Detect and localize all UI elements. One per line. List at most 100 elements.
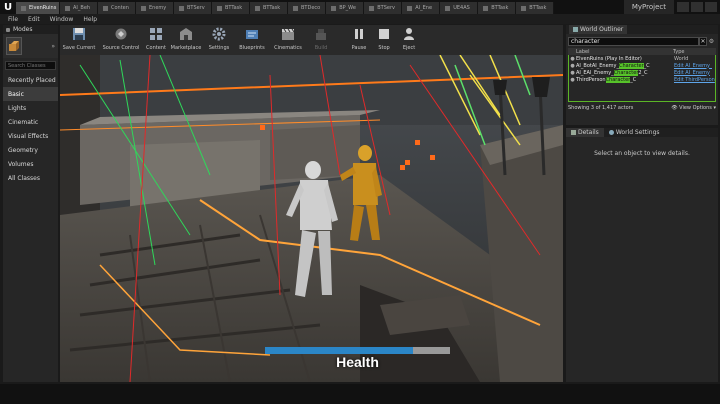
outliner-row-type[interactable]: Edit AI_Enemy bbox=[674, 70, 710, 76]
category-all-classes[interactable]: All Classes bbox=[3, 171, 58, 185]
world-outliner-tab[interactable]: World Outliner bbox=[569, 25, 628, 34]
world-outliner-panel: World Outliner character ✕ ⚙ Label Type … bbox=[566, 25, 718, 125]
level-viewport[interactable]: Health bbox=[60, 55, 563, 382]
tab-asset-icon bbox=[483, 5, 489, 11]
outliner-row-type[interactable]: Edit AI_Enemy_ bbox=[674, 63, 712, 69]
category-geometry[interactable]: Geometry bbox=[3, 143, 58, 157]
search-match-highlight: Character bbox=[613, 69, 639, 76]
view-options-button[interactable]: 👁 View Options ▾ bbox=[671, 105, 716, 111]
tab-label: BP_We bbox=[339, 5, 356, 11]
document-tab[interactable]: AI_Beh bbox=[60, 2, 98, 14]
project-name: MyProject bbox=[623, 0, 674, 14]
document-tab[interactable]: BP_We bbox=[326, 2, 365, 14]
outliner-row-label: AI_EAI_Enemy_Character2_C bbox=[576, 69, 674, 76]
content-button[interactable]: Content bbox=[144, 25, 168, 55]
tab-label: BTDeco bbox=[301, 5, 321, 11]
outliner-row[interactable]: ● AI_EAI_Enemy_Character2_C Edit AI_Enemy bbox=[569, 69, 715, 76]
tab-world-settings[interactable]: World Settings bbox=[604, 128, 665, 137]
marketplace-button[interactable]: Marketplace bbox=[168, 25, 204, 55]
viewport-scene bbox=[60, 55, 563, 382]
document-tab[interactable]: BTTask bbox=[212, 2, 250, 14]
tab-details[interactable]: Details bbox=[566, 128, 604, 137]
blueprints-button[interactable]: Blueprints bbox=[234, 25, 270, 55]
close-icon[interactable] bbox=[705, 2, 717, 12]
document-tab[interactable]: BTTask bbox=[478, 2, 517, 14]
place-mode-icon[interactable] bbox=[6, 37, 22, 55]
tab-asset-icon bbox=[255, 5, 260, 11]
outliner-search: character ✕ ⚙ bbox=[568, 37, 716, 46]
tab-asset-icon bbox=[445, 5, 451, 11]
details-icon bbox=[571, 130, 576, 135]
category-lights[interactable]: Lights bbox=[3, 101, 58, 115]
category-recently-placed[interactable]: Recently Placed bbox=[3, 73, 58, 87]
document-tab[interactable]: BTTask bbox=[250, 2, 288, 14]
outliner-list: ● ElvenRuins (Play In Editor) World ● AI_Bot… bbox=[568, 55, 716, 102]
unreal-logo-icon: U bbox=[3, 1, 13, 13]
modes-icon bbox=[6, 27, 10, 32]
outliner-row[interactable]: ● AI_BotAI_Enemy_Character_C Edit AI_Enemy… bbox=[569, 62, 715, 69]
label-text: AI_EAI_Enemy_ bbox=[576, 69, 614, 76]
category-visual-effects[interactable]: Visual Effects bbox=[3, 129, 58, 143]
menu-file[interactable]: File bbox=[8, 16, 18, 23]
document-tab[interactable]: Enemy bbox=[136, 2, 174, 14]
mode-tool-bar: » bbox=[3, 34, 58, 58]
eject-icon bbox=[401, 26, 417, 42]
category-volumes[interactable]: Volumes bbox=[3, 157, 58, 171]
menu-window[interactable]: Window bbox=[50, 16, 74, 23]
health-label: Health bbox=[336, 354, 379, 370]
tab-asset-icon bbox=[65, 5, 70, 11]
maximize-icon[interactable] bbox=[691, 2, 703, 12]
visibility-eye-icon[interactable]: ● bbox=[569, 77, 576, 83]
category-basic[interactable]: Basic bbox=[3, 87, 58, 101]
clear-search-icon[interactable]: ✕ bbox=[699, 37, 707, 46]
stop-button[interactable]: Stop bbox=[372, 25, 396, 55]
actor-count: Showing 3 of 1,417 actors bbox=[568, 104, 634, 111]
minimize-icon[interactable] bbox=[677, 2, 689, 12]
pause-button[interactable]: Pause bbox=[346, 25, 372, 55]
tab-asset-icon bbox=[293, 5, 298, 11]
document-tab[interactable]: Conten bbox=[98, 2, 136, 14]
source-control-button[interactable]: Source Control bbox=[98, 25, 144, 55]
outliner-row[interactable]: ● ElvenRuins (Play In Editor) World bbox=[569, 55, 715, 62]
cinematics-button[interactable]: Cinematics bbox=[270, 25, 306, 55]
marketplace-icon bbox=[178, 26, 194, 42]
settings-button[interactable]: Settings bbox=[204, 25, 234, 55]
visibility-eye-icon[interactable]: ● bbox=[569, 70, 576, 76]
document-tab[interactable]: AI_Ene bbox=[402, 2, 441, 14]
search-classes-input[interactable]: Search Classes bbox=[5, 61, 56, 70]
document-tab[interactable]: ElvenRuins bbox=[16, 2, 60, 14]
document-tab[interactable]: BTServ bbox=[364, 2, 403, 14]
outliner-search-input[interactable]: character bbox=[568, 37, 699, 46]
expand-icon[interactable]: » bbox=[51, 43, 55, 50]
menu-bar: File Edit Window Help bbox=[0, 14, 720, 24]
save-current-button[interactable]: Save Current bbox=[60, 25, 98, 55]
modes-tab[interactable]: Modes bbox=[3, 25, 58, 34]
label-text: 2_C bbox=[638, 69, 648, 76]
document-tab[interactable]: BTTask bbox=[516, 2, 555, 14]
build-button[interactable]: Build bbox=[306, 25, 336, 55]
visibility-eye-icon[interactable]: ● bbox=[569, 56, 576, 62]
bottom-letterbox bbox=[0, 384, 720, 404]
document-tab[interactable]: UE4AS bbox=[440, 2, 479, 14]
visibility-eye-icon[interactable]: ● bbox=[569, 63, 576, 69]
category-cinematic[interactable]: Cinematic bbox=[3, 115, 58, 129]
menu-help[interactable]: Help bbox=[83, 16, 97, 23]
save-icon bbox=[71, 26, 87, 42]
pause-icon bbox=[351, 26, 367, 42]
menu-edit[interactable]: Edit bbox=[28, 16, 40, 23]
tab-label: Conten bbox=[111, 5, 129, 11]
clapper-icon bbox=[280, 26, 296, 42]
document-tab[interactable]: BTServ bbox=[174, 2, 212, 14]
outliner-row-type: World bbox=[674, 55, 689, 62]
label-column-header[interactable]: Label bbox=[568, 49, 673, 55]
gear-icon[interactable]: ⚙ bbox=[707, 37, 716, 46]
document-tab[interactable]: BTDeco bbox=[288, 2, 327, 14]
outliner-row-type[interactable]: Edit ThirdPerson bbox=[674, 77, 715, 83]
tab-label: BTServ bbox=[377, 5, 395, 11]
outliner-row[interactable]: ● ThirdPersonCharacter_C Edit ThirdPerson bbox=[569, 76, 715, 83]
type-column-header[interactable]: Type bbox=[673, 49, 684, 55]
details-panel: Details World Settings Select an object … bbox=[566, 128, 718, 382]
tab-label: ElvenRuins bbox=[29, 5, 57, 11]
eject-button[interactable]: Eject bbox=[396, 25, 422, 55]
search-match-highlight: Character bbox=[605, 76, 631, 83]
